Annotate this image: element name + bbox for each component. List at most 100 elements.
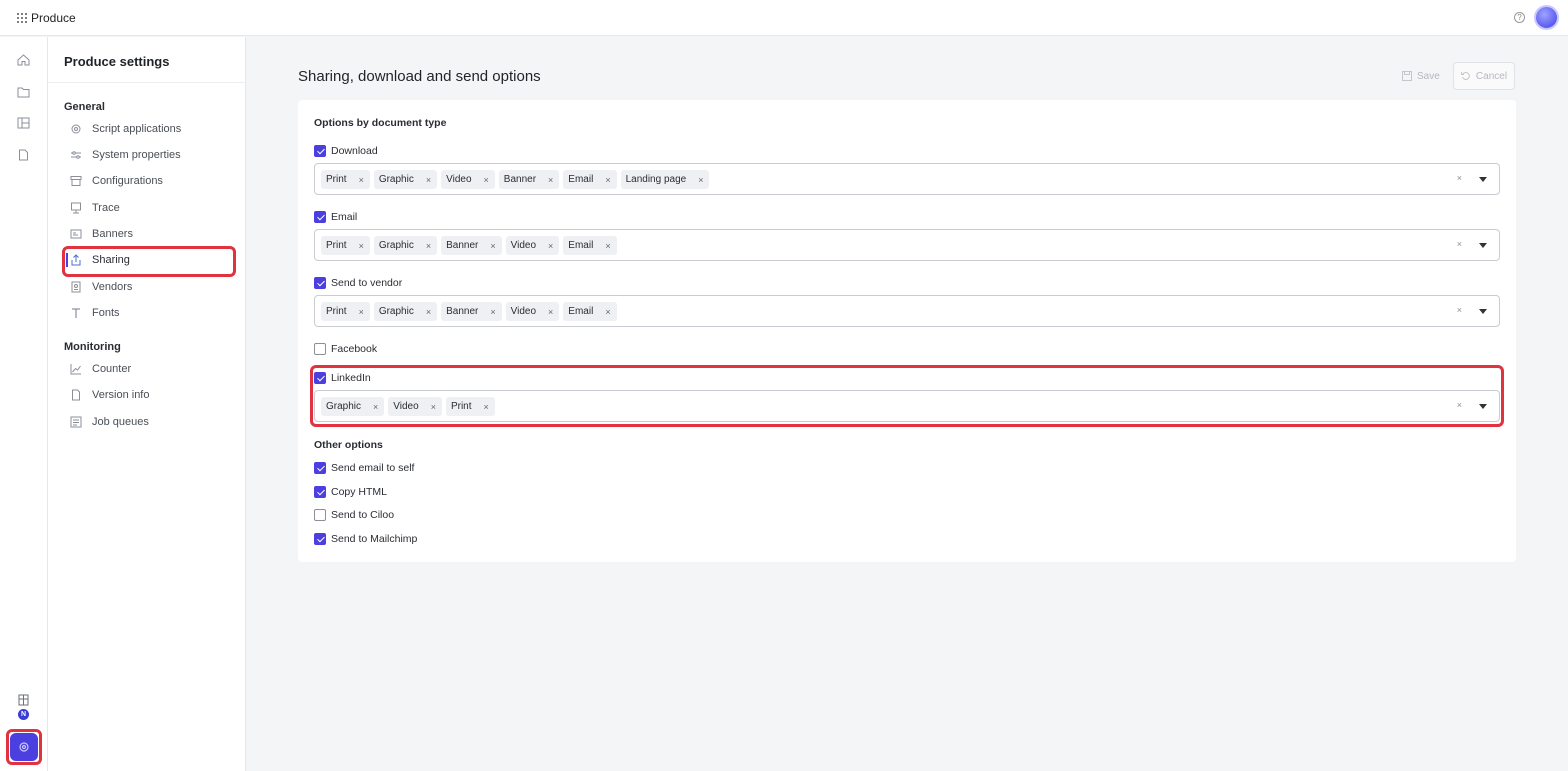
sidebar-item-banners[interactable]: Banners bbox=[66, 221, 234, 247]
chevron-down-icon[interactable] bbox=[1479, 309, 1487, 314]
app-title: Produce bbox=[31, 11, 76, 25]
chip-remove-icon[interactable]: × bbox=[359, 307, 364, 317]
chip-remove-icon[interactable]: × bbox=[359, 175, 364, 185]
layout-icon[interactable] bbox=[17, 117, 30, 129]
chip-remove-icon[interactable]: × bbox=[605, 175, 610, 185]
send-to-vendor-checkbox-row[interactable]: Send to vendor bbox=[314, 276, 402, 290]
chip: Graphic × bbox=[373, 236, 438, 255]
chip-remove-icon[interactable]: × bbox=[426, 175, 431, 185]
chip-label: Print bbox=[326, 240, 347, 251]
chip-remove-icon[interactable]: × bbox=[698, 175, 703, 185]
sliders-icon bbox=[71, 151, 81, 159]
sidebar-item-label: Vendors bbox=[92, 281, 133, 293]
facebook-checkbox-row[interactable]: Facebook bbox=[314, 342, 377, 356]
send-to-vendor-multiselect[interactable]: Print × Graphic × Banner × Video × Email × × bbox=[314, 295, 1500, 327]
send-to-mailchimp-checkbox[interactable] bbox=[314, 533, 326, 545]
checkbox-label: Send to Ciloo bbox=[331, 509, 395, 521]
checkbox-label: Send to Mailchimp bbox=[331, 533, 418, 545]
send-to-mailchimp-row[interactable]: Send to Mailchimp bbox=[314, 532, 417, 546]
chip-remove-icon[interactable]: × bbox=[490, 241, 495, 251]
chip: Email × bbox=[563, 170, 617, 189]
banner-icon bbox=[70, 229, 82, 239]
facebook-checkbox[interactable] bbox=[314, 343, 326, 355]
settings-sidebar: Produce settings General Script applicat… bbox=[48, 37, 246, 771]
clear-all-icon[interactable]: × bbox=[1457, 173, 1462, 183]
sidebar-item-label: System properties bbox=[92, 149, 181, 161]
vendor-icon bbox=[71, 281, 81, 293]
file-icon bbox=[72, 389, 80, 401]
chip-remove-icon[interactable]: × bbox=[484, 175, 489, 185]
copy-html-checkbox[interactable] bbox=[314, 486, 326, 498]
chip-remove-icon[interactable]: × bbox=[548, 307, 553, 317]
checkbox-label: Facebook bbox=[331, 343, 378, 355]
chip-label: Print bbox=[326, 174, 347, 185]
send-email-to-self-row[interactable]: Send email to self bbox=[314, 461, 414, 475]
sidebar-item-script-applications[interactable]: Script applications bbox=[66, 116, 234, 142]
clear-all-icon[interactable]: × bbox=[1457, 305, 1462, 315]
chip: Video × bbox=[505, 302, 560, 321]
sidebar-item-system-properties[interactable]: System properties bbox=[66, 142, 234, 168]
sidebar-item-label: Script applications bbox=[92, 123, 182, 135]
sharing-item-highlight bbox=[62, 246, 236, 277]
chevron-down-icon[interactable] bbox=[1479, 177, 1487, 182]
sidebar-item-version-info[interactable]: Version info bbox=[66, 382, 234, 408]
clear-all-icon[interactable]: × bbox=[1457, 239, 1462, 249]
email-multiselect[interactable]: Print × Graphic × Banner × Video × Email × × bbox=[314, 229, 1500, 261]
sidebar-item-configurations[interactable]: Configurations bbox=[66, 168, 234, 194]
download-checkbox-row[interactable]: Download bbox=[314, 144, 378, 158]
send-to-ciloo-checkbox[interactable] bbox=[314, 509, 326, 521]
chip-remove-icon[interactable]: × bbox=[490, 307, 495, 317]
sidebar-item-label: Counter bbox=[92, 363, 132, 375]
sidebar-item-label: Configurations bbox=[92, 175, 163, 187]
send-email-to-self-checkbox[interactable] bbox=[314, 462, 326, 474]
send-to-ciloo-row[interactable]: Send to Ciloo bbox=[314, 508, 394, 522]
chip-remove-icon[interactable]: × bbox=[605, 307, 610, 317]
sidebar-item-label: Fonts bbox=[92, 307, 120, 319]
chip-remove-icon[interactable]: × bbox=[548, 175, 553, 185]
organization-icon[interactable] bbox=[17, 693, 30, 706]
chip: Print × bbox=[321, 236, 370, 255]
monitoring-section-heading: Monitoring bbox=[64, 341, 121, 353]
sidebar-item-vendors[interactable]: Vendors bbox=[66, 274, 234, 300]
chip-remove-icon[interactable]: × bbox=[605, 241, 610, 251]
checkbox-label: Send email to self bbox=[331, 462, 415, 474]
cancel-button-label: Cancel bbox=[1475, 70, 1508, 82]
chip: Video × bbox=[441, 170, 495, 189]
save-button[interactable]: Save bbox=[1402, 62, 1444, 90]
chart-line-icon bbox=[70, 364, 81, 375]
user-avatar[interactable] bbox=[1534, 5, 1559, 30]
chip-label: Banner bbox=[503, 174, 537, 185]
home-icon[interactable] bbox=[17, 54, 30, 66]
chip-label: Email bbox=[568, 306, 594, 317]
chip-remove-icon[interactable]: × bbox=[426, 241, 431, 251]
divider bbox=[48, 82, 246, 83]
chip: Landing page × bbox=[620, 170, 710, 189]
sidebar-item-job-queues[interactable]: Job queues bbox=[66, 409, 234, 435]
sidebar-item-label: Job queues bbox=[92, 416, 149, 428]
app-grid-icon[interactable] bbox=[17, 13, 27, 23]
save-button-label: Save bbox=[1417, 70, 1440, 82]
copy-html-row[interactable]: Copy HTML bbox=[314, 485, 387, 499]
general-section-heading: General bbox=[64, 101, 105, 113]
chevron-down-icon[interactable] bbox=[1479, 243, 1487, 248]
chip-remove-icon[interactable]: × bbox=[359, 241, 364, 251]
checkbox-label: Download bbox=[331, 145, 378, 157]
chip-remove-icon[interactable]: × bbox=[426, 307, 431, 317]
other-options-heading: Other options bbox=[314, 439, 383, 451]
download-multiselect[interactable]: Print × Graphic × Video × Banner × Email × La… bbox=[314, 163, 1500, 195]
email-checkbox-row[interactable]: Email bbox=[314, 210, 357, 224]
sidebar-item-trace[interactable]: Trace bbox=[66, 195, 234, 221]
chip-remove-icon[interactable]: × bbox=[548, 241, 553, 251]
icon-rail: N bbox=[0, 37, 48, 771]
send-to-vendor-checkbox[interactable] bbox=[314, 277, 326, 289]
email-checkbox[interactable] bbox=[314, 211, 326, 223]
checkbox-label: Send to vendor bbox=[331, 277, 403, 289]
folder-icon[interactable] bbox=[17, 86, 30, 98]
help-icon[interactable]: ? bbox=[1514, 12, 1525, 23]
chip: Banner × bbox=[441, 302, 502, 321]
sidebar-item-counter[interactable]: Counter bbox=[66, 356, 234, 382]
cancel-button[interactable]: Cancel bbox=[1453, 62, 1515, 90]
download-checkbox[interactable] bbox=[314, 145, 326, 157]
sidebar-item-fonts[interactable]: Fonts bbox=[66, 300, 234, 326]
document-icon[interactable] bbox=[17, 149, 30, 161]
